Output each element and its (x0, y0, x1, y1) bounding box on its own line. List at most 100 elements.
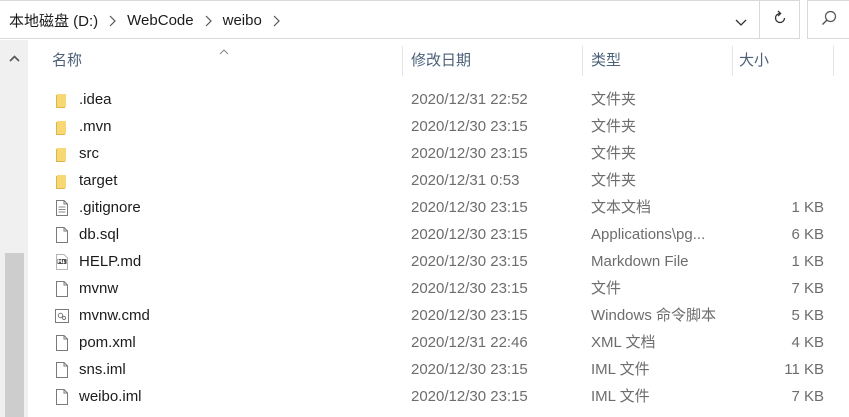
file-icon (54, 334, 70, 352)
file-row[interactable]: .gitignore 2020/12/30 23:15 文本文档 1 KB (28, 194, 849, 221)
breadcrumb-weibo[interactable]: weibo (220, 10, 265, 31)
file-type: 文件夹 (591, 145, 637, 162)
folder-icon (54, 145, 70, 163)
file-icon (54, 280, 70, 298)
file-type: 文件夹 (591, 91, 637, 108)
breadcrumb: 本地磁盘 (D:) WebCode weibo (6, 1, 288, 40)
file-type: Markdown File (591, 253, 689, 270)
file-date: 2020/12/30 23:15 (411, 253, 528, 270)
file-row[interactable]: .mvn 2020/12/30 23:15 文件夹 (28, 113, 849, 140)
file-size: 7 KB (791, 388, 824, 405)
file-type: Applications\pg... (591, 226, 706, 243)
history-dropdown-button[interactable] (727, 9, 755, 33)
refresh-icon (772, 10, 788, 30)
file-name: sns.iml (79, 361, 126, 378)
file-row[interactable]: target 2020/12/31 0:53 文件夹 (28, 167, 849, 194)
file-name: .gitignore (79, 199, 141, 216)
column-divider[interactable] (402, 46, 403, 76)
address-input[interactable]: 本地磁盘 (D:) WebCode weibo (0, 0, 760, 39)
file-size (738, 86, 824, 113)
column-header: 名称 修改日期 类型 大小 (28, 40, 849, 86)
file-size (738, 140, 824, 167)
file-date: 2020/12/30 23:15 (411, 307, 528, 324)
file-name: mvnw.cmd (79, 307, 150, 324)
file-type: Windows 命令脚本 (591, 307, 717, 324)
file-date: 2020/12/31 22:52 (411, 91, 528, 108)
file-size: 5 KB (791, 307, 824, 324)
file-type: IML 文件 (591, 361, 650, 378)
script-file-icon (54, 307, 70, 325)
folder-icon (54, 91, 70, 109)
chevron-right-icon[interactable] (205, 15, 212, 27)
chevron-right-icon[interactable] (273, 15, 280, 27)
file-name: HELP.md (79, 253, 142, 270)
file-row[interactable]: weibo.iml 2020/12/30 23:15 IML 文件 7 KB (28, 383, 849, 410)
file-size: 1 KB (791, 253, 824, 270)
chevron-right-icon[interactable] (109, 15, 117, 27)
breadcrumb-webcode[interactable]: WebCode (124, 10, 196, 31)
file-date: 2020/12/30 23:15 (411, 199, 528, 216)
refresh-button[interactable] (760, 0, 800, 39)
file-row[interactable]: mvnw 2020/12/30 23:15 文件 7 KB (28, 275, 849, 302)
file-name: target (79, 172, 118, 189)
breadcrumb-drive[interactable]: 本地磁盘 (D:) (6, 8, 101, 33)
file-icon (54, 361, 70, 379)
text-file-icon (54, 199, 70, 217)
file-type: XML 文档 (591, 334, 656, 351)
file-date: 2020/12/30 23:15 (411, 388, 528, 405)
file-type: 文件夹 (591, 172, 637, 189)
file-size: 7 KB (791, 280, 824, 297)
file-name: src (79, 145, 99, 162)
scrollbar-thumb[interactable] (5, 253, 24, 417)
column-size[interactable]: 大小 (739, 40, 829, 78)
file-name: .mvn (79, 118, 112, 135)
search-icon (821, 10, 837, 30)
file-type: 文件 (591, 280, 622, 297)
file-name: db.sql (79, 226, 120, 243)
file-date: 2020/12/30 23:15 (411, 226, 528, 243)
file-name: .idea (79, 91, 112, 108)
file-size (738, 167, 824, 194)
file-size: 11 KB (784, 361, 824, 378)
file-date: 2020/12/30 23:15 (411, 361, 528, 378)
file-name: weibo.iml (79, 388, 142, 405)
file-row[interactable]: src 2020/12/30 23:15 文件夹 (28, 140, 849, 167)
markdown-file-icon (54, 253, 70, 271)
file-size: 6 KB (791, 226, 824, 243)
file-name: pom.xml (79, 334, 136, 351)
column-divider[interactable] (833, 46, 834, 76)
file-date: 2020/12/31 22:46 (411, 334, 528, 351)
file-name: mvnw (79, 280, 119, 297)
file-date: 2020/12/31 0:53 (411, 172, 520, 189)
file-size (738, 113, 824, 140)
file-date: 2020/12/30 23:15 (411, 280, 528, 297)
scroll-up-button[interactable] (0, 44, 28, 70)
file-row[interactable]: sns.iml 2020/12/30 23:15 IML 文件 11 KB (28, 356, 849, 383)
file-size: 1 KB (791, 199, 824, 216)
file-date: 2020/12/30 23:15 (411, 118, 528, 135)
file-row[interactable]: db.sql 2020/12/30 23:15 Applications\pg.… (28, 221, 849, 248)
file-icon (54, 226, 70, 244)
column-divider[interactable] (732, 46, 733, 76)
folder-icon (54, 172, 70, 190)
file-type: IML 文件 (591, 388, 650, 405)
file-row[interactable]: pom.xml 2020/12/31 22:46 XML 文档 4 KB (28, 329, 849, 356)
file-type: 文本文档 (591, 199, 652, 216)
column-type[interactable]: 类型 (591, 40, 731, 78)
file-type: 文件夹 (591, 118, 637, 135)
column-divider[interactable] (582, 46, 583, 76)
vertical-scrollbar[interactable] (0, 40, 28, 417)
file-size: 4 KB (791, 334, 824, 351)
file-icon (54, 388, 70, 406)
folder-icon (54, 118, 70, 136)
column-name[interactable]: 名称 (52, 40, 402, 78)
file-row[interactable]: .idea 2020/12/31 22:52 文件夹 (28, 86, 849, 113)
file-row[interactable]: HELP.md 2020/12/30 23:15 Markdown File 1… (28, 248, 849, 275)
address-bar: 本地磁盘 (D:) WebCode weibo (0, 0, 849, 40)
column-date-modified[interactable]: 修改日期 (411, 40, 581, 78)
chevron-up-icon (8, 49, 20, 66)
search-input[interactable] (807, 0, 849, 39)
chevron-down-icon (735, 13, 747, 30)
file-date: 2020/12/30 23:15 (411, 145, 528, 162)
file-row[interactable]: mvnw.cmd 2020/12/30 23:15 Windows 命令脚本 5… (28, 302, 849, 329)
